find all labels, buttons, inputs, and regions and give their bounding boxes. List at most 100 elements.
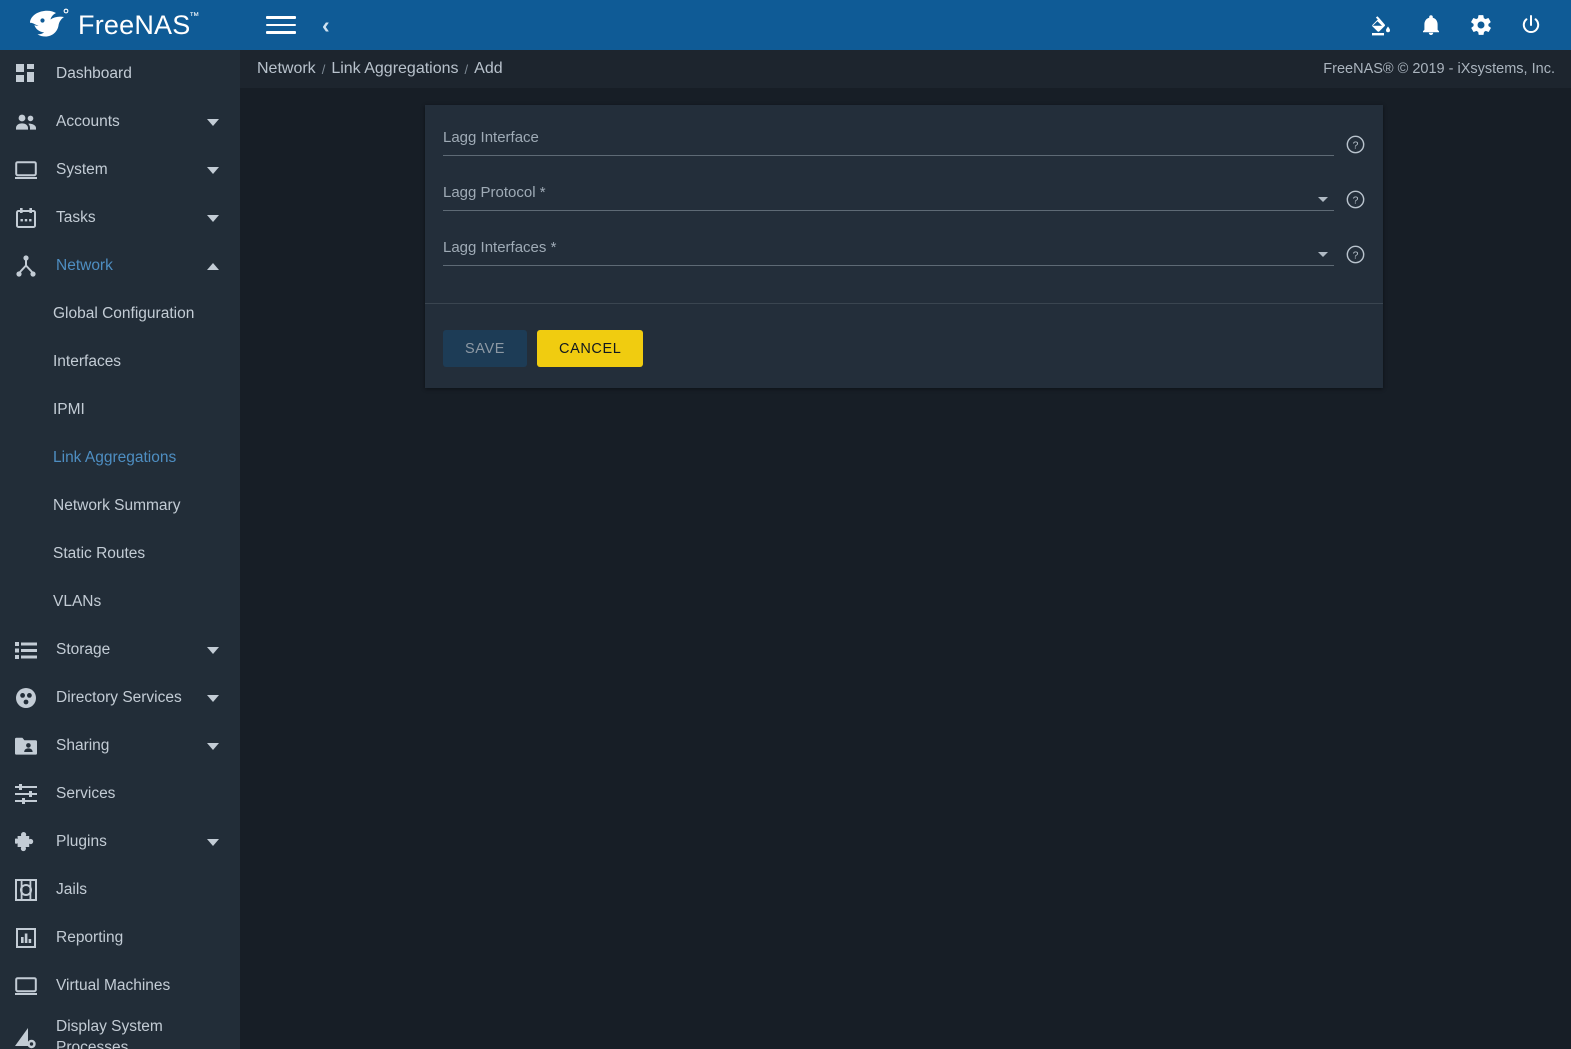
field-underline [443,265,1334,266]
save-button[interactable]: SAVE [443,330,528,367]
svg-text:?: ? [1353,196,1359,207]
breadcrumb-item-add: Add [474,60,503,77]
chevron-down-icon[interactable] [202,214,224,222]
sidebar-item-label: Services [56,784,116,802]
brand-logo[interactable]: FreeNAS ™ [0,0,240,50]
breadcrumb-item-network[interactable]: Network [252,60,321,78]
chevron-down-icon[interactable] [202,694,224,702]
brand-name: FreeNAS ™ [78,9,200,40]
sidebar-item-accounts[interactable]: Accounts [0,98,240,146]
sidebar-item-label: Plugins [56,832,107,850]
sidebar-subitem-network-summary[interactable]: Network Summary [0,482,240,530]
freenas-shark-logo-icon [30,8,69,37]
chevron-down-icon[interactable] [202,838,224,846]
sidebar-item-plugins[interactable]: Plugins [0,818,240,866]
sidebar-item-label: Display System Processes [56,1018,163,1049]
lagg-interface-input[interactable]: Lagg Interface [443,129,1334,156]
sidebar-item-label: Tasks [56,208,96,226]
sidebar-item-label: Directory Services [56,688,182,706]
lagg-interfaces-select[interactable]: Lagg Interfaces * [443,239,1334,266]
field-label: Lagg Interfaces * [443,239,557,256]
top-app-bar: FreeNAS ™ ‹ [0,0,1571,50]
power-icon[interactable] [1519,13,1543,37]
form-actions: SAVE CANCEL [443,330,644,367]
network-node-icon [12,252,40,280]
sidebar-subitem-label: Link Aggregations [53,449,177,466]
storage-list-icon [12,636,40,664]
sidebar-item-virtual-machines[interactable]: Virtual Machines [0,962,240,1010]
help-circle-icon[interactable]: ? [1346,190,1365,209]
calendar-icon [12,204,40,232]
sidebar-item-label: System [56,160,108,178]
lagg-add-form-card: Lagg Interface ? Lagg Protocol * ? Lagg … [425,105,1383,388]
help-circle-icon[interactable]: ? [1346,245,1365,264]
sidebar-item-storage[interactable]: Storage [0,626,240,674]
breadcrumb-item-link-aggregations[interactable]: Link Aggregations [326,60,463,78]
sidebar-item-label: Sharing [56,736,110,754]
chevron-down-icon[interactable] [202,118,224,126]
chevron-down-icon[interactable] [202,742,224,750]
sidebar-subitem-ipmi[interactable]: IPMI [0,386,240,434]
chevron-down-icon[interactable] [202,166,224,174]
sidebar-item-display-system-processes[interactable]: Display System Processes [0,1010,240,1049]
settings-gear-icon[interactable] [1469,13,1493,37]
sidebar-item-label: Storage [56,640,111,658]
sidebar-item-jails[interactable]: Jails [0,866,240,914]
sidebar-item-dashboard[interactable]: Dashboard [0,50,240,98]
sidebar-subitem-label: Interfaces [53,353,122,370]
sidebar-item-label: Dashboard [56,64,132,82]
form-fields: Lagg Interface ? Lagg Protocol * ? Lagg … [425,105,1383,266]
theme-picker-icon[interactable] [1369,13,1393,37]
sidebar-subitem-interfaces[interactable]: Interfaces [0,338,240,386]
display-system-processes-icon [12,1024,40,1049]
chevron-left-icon[interactable]: ‹ [322,13,330,37]
sidebar-item-tasks[interactable]: Tasks [0,194,240,242]
system-monitor-icon [12,156,40,184]
services-sliders-icon [12,780,40,808]
lagg-protocol-select[interactable]: Lagg Protocol * [443,184,1334,211]
svg-text:?: ? [1353,251,1359,262]
field-lagg-interface: Lagg Interface ? [443,129,1365,156]
help-circle-icon[interactable]: ? [1346,135,1365,154]
sidebar-subitem-link-aggregations[interactable]: Link Aggregations [0,434,240,482]
sidebar-item-system[interactable]: System [0,146,240,194]
field-underline [443,155,1334,156]
sidebar-item-reporting[interactable]: Reporting [0,914,240,962]
sidebar-item-label: Jails [56,880,88,898]
field-underline [443,210,1334,211]
cancel-button[interactable]: CANCEL [537,330,644,367]
sharing-folder-icon [12,732,40,760]
chevron-down-icon[interactable] [1318,252,1328,257]
sidebar-item-label: Network [56,256,113,274]
sidebar-subitem-global-configuration[interactable]: Global Configuration [0,290,240,338]
sidebar-subitem-label: Global Configuration [53,305,195,322]
notifications-bell-icon[interactable] [1419,13,1443,37]
directory-services-icon [12,684,40,712]
sidebar-subitem-label: Static Routes [53,545,146,562]
main-sidebar: Dashboard Accounts System Tasks Network … [0,50,240,1049]
copyright-text: FreeNAS® © 2019 - iXsystems, Inc. [1323,61,1555,77]
sidebar-item-directory-services[interactable]: Directory Services [0,674,240,722]
sidebar-item-network[interactable]: Network [0,242,240,290]
sidebar-item-services[interactable]: Services [0,770,240,818]
sidebar-subitem-vlans[interactable]: VLANs [0,578,240,626]
sidebar-item-label: Virtual Machines [56,976,171,994]
sidebar-item-sharing[interactable]: Sharing [0,722,240,770]
virtual-machines-icon [12,972,40,1000]
sidebar-item-label: Accounts [56,112,120,130]
field-label: Lagg Interface [443,129,539,146]
sidebar-subitem-static-routes[interactable]: Static Routes [0,530,240,578]
chevron-up-icon[interactable] [202,262,224,270]
hamburger-icon[interactable] [266,10,296,40]
sidebar-subitem-label: Network Summary [53,497,181,514]
field-label: Lagg Protocol * [443,184,546,201]
svg-text:?: ? [1353,141,1359,152]
accounts-icon [12,108,40,136]
jails-icon [12,876,40,904]
chevron-down-icon[interactable] [202,646,224,654]
sidebar-subitem-label: IPMI [53,401,85,418]
brand-trademark: ™ [189,10,200,22]
field-lagg-protocol: Lagg Protocol * ? [443,184,1365,211]
chevron-down-icon[interactable] [1318,197,1328,202]
breadcrumb: Network / Link Aggregations / Add FreeNA… [240,50,1571,88]
